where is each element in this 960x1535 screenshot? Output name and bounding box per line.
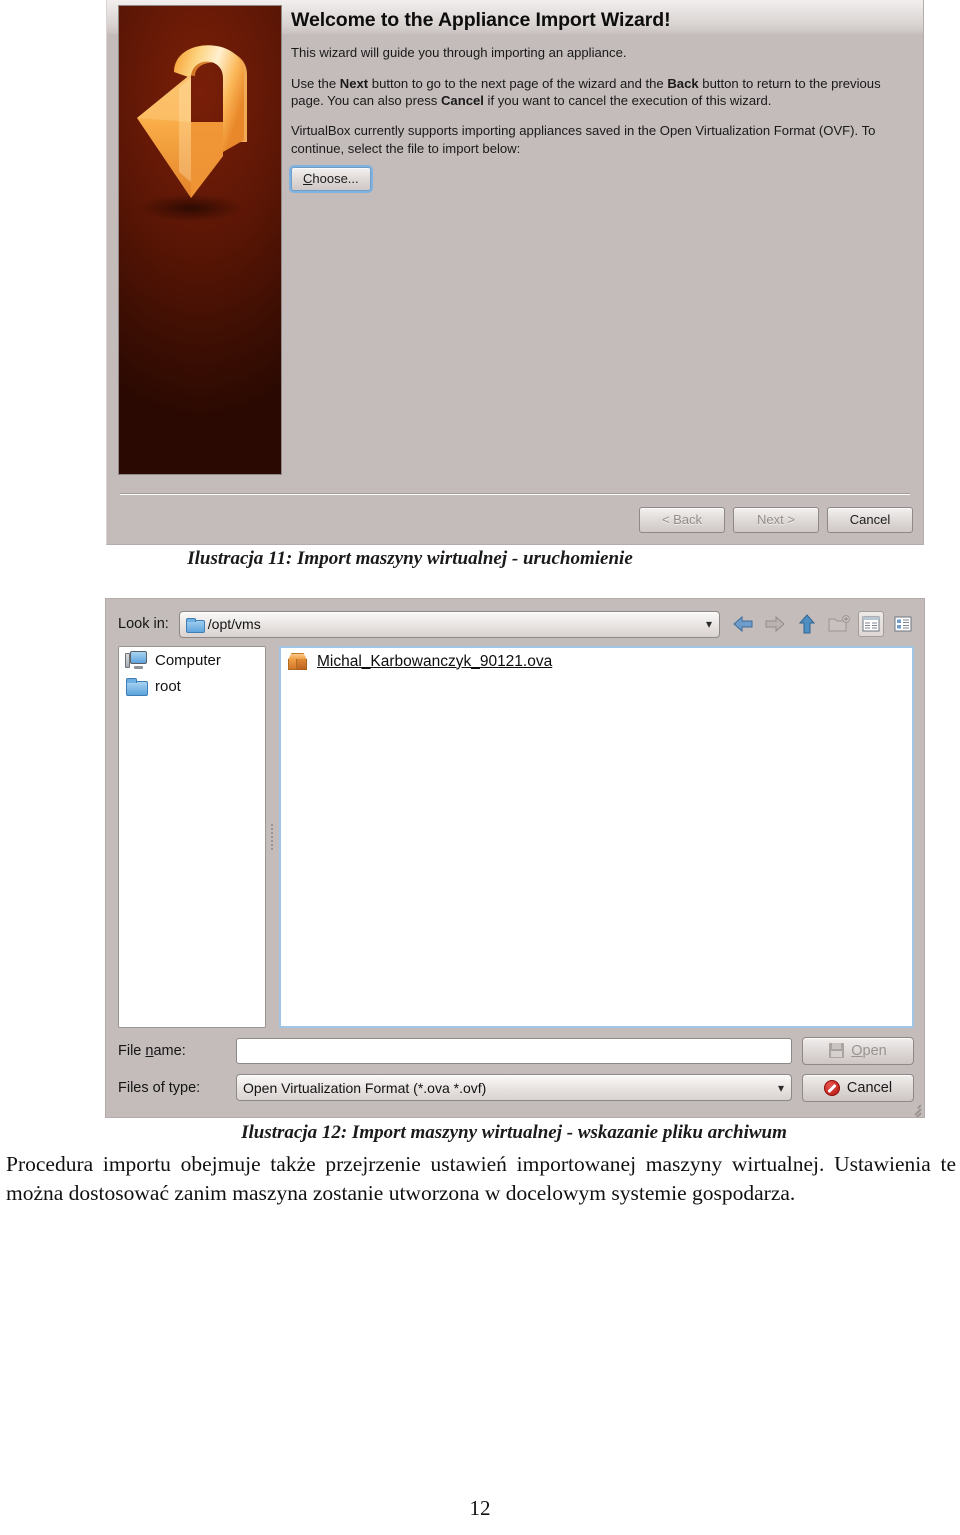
new-folder-icon: [826, 611, 852, 637]
p2-next: Next: [339, 75, 369, 91]
list-view-icon[interactable]: [858, 611, 884, 637]
files-of-type-value: Open Virtualization Format (*.ova *.ovf): [243, 1079, 487, 1096]
list-item[interactable]: Michal_Karbowanczyk_90121.ova: [285, 651, 908, 672]
wizard-footer: < Back Next > Cancel: [639, 505, 913, 535]
file-open-dialog: Look in: /opt/vms ▾ Computer root Michal…: [105, 598, 925, 1118]
look-in-label: Look in:: [118, 616, 169, 632]
sidebar-item-root[interactable]: root: [119, 673, 265, 699]
choose-button-wrap: Choose...: [289, 164, 917, 193]
label-pre: File: [118, 1042, 146, 1059]
wizard-paragraph-1: This wizard will guide you through impor…: [291, 45, 627, 61]
file-list[interactable]: Michal_Karbowanczyk_90121.ova: [279, 646, 914, 1028]
look-in-value: /opt/vms: [207, 616, 261, 632]
open-button[interactable]: Open: [802, 1036, 914, 1065]
computer-icon: [125, 651, 147, 669]
sidebar-item-label: Computer: [155, 651, 221, 669]
look-in-row: Look in: /opt/vms ▾: [118, 609, 916, 639]
detail-view-icon[interactable]: [890, 611, 916, 637]
resize-grip[interactable]: [907, 1101, 922, 1117]
appliance-import-wizard-dialog: Welcome to the Appliance Import Wizard! …: [106, 0, 924, 545]
cancel-button[interactable]: Cancel: [802, 1073, 914, 1102]
open-button-label: Open: [851, 1043, 886, 1059]
look-in-combobox[interactable]: /opt/vms ▾: [178, 610, 720, 638]
cancel-button[interactable]: Cancel: [827, 507, 913, 533]
p2-back: Back: [667, 75, 699, 91]
label-post: ame:: [153, 1042, 186, 1059]
chevron-down-icon: ▾: [777, 1080, 784, 1095]
next-button[interactable]: Next >: [733, 507, 819, 533]
choose-button-mnemonic: C: [303, 170, 313, 186]
p2-c: button to go to the next page of the wiz…: [368, 75, 668, 91]
sidebar-splitter-handle[interactable]: [266, 646, 279, 1028]
file-dialog-toolbar: [730, 611, 916, 637]
wizard-paragraph-3: VirtualBox currently supports importing …: [291, 123, 876, 156]
wizard-side-image: [118, 5, 282, 475]
sidebar-item-computer[interactable]: Computer: [119, 647, 265, 673]
back-button[interactable]: < Back: [639, 507, 725, 533]
figure-caption-12: Ilustracja 12: Import maszyny wirtualnej…: [241, 1122, 787, 1143]
files-of-type-label: Files of type:: [118, 1079, 201, 1096]
file-name-label: Michal_Karbowanczyk_90121.ova: [317, 652, 553, 670]
chevron-down-icon: ▾: [705, 617, 712, 631]
back-arrow-icon[interactable]: [730, 611, 756, 637]
folder-icon: [125, 677, 148, 696]
parent-directory-icon[interactable]: [794, 611, 820, 637]
folder-icon: [185, 617, 205, 633]
file-dialog-footer: File name: Open Files of type: Open Virt…: [118, 1036, 914, 1106]
ova-package-icon: [287, 652, 308, 671]
orange-down-arrow-icon: [119, 22, 281, 232]
files-of-type-row: Files of type: Open Virtualization Forma…: [118, 1073, 914, 1102]
document-page: Welcome to the Appliance Import Wizard! …: [0, 0, 960, 1535]
figure-caption-11: Ilustracja 11: Import maszyny wirtualnej…: [187, 548, 633, 569]
forward-arrow-icon: [762, 611, 788, 637]
cancel-icon: [823, 1079, 840, 1096]
wizard-title: Welcome to the Appliance Import Wizard!: [291, 9, 671, 31]
wizard-body: Welcome to the Appliance Import Wizard! …: [107, 0, 923, 492]
body-paragraph: Procedura importu obejmuje także przejrz…: [6, 1152, 956, 1205]
wizard-paragraph-2: Use the Next button to go to the next pa…: [291, 75, 891, 110]
open-post: pen: [862, 1042, 887, 1059]
wizard-text-area: Welcome to the Appliance Import Wizard! …: [289, 2, 917, 488]
file-browser-area: Computer root Michal_Karbowanczyk_90121.…: [118, 646, 914, 1028]
save-icon: [829, 1043, 845, 1058]
choose-button[interactable]: Choose...: [289, 164, 373, 193]
p2-cancel: Cancel: [440, 92, 484, 108]
open-mnemonic: O: [851, 1042, 863, 1059]
wizard-separator: [120, 494, 910, 495]
files-of-type-combobox[interactable]: Open Virtualization Format (*.ova *.ovf)…: [236, 1074, 792, 1101]
sidebar-item-label: root: [155, 677, 181, 695]
p2-e: if you want to cancel the execution of t…: [483, 92, 772, 108]
file-name-label-static: File name:: [118, 1043, 226, 1059]
file-name-input[interactable]: [236, 1037, 792, 1064]
cancel-button-label: Cancel: [846, 1079, 893, 1096]
file-name-row: File name: Open: [118, 1036, 914, 1065]
places-sidebar[interactable]: Computer root: [118, 646, 266, 1028]
page-number: 12: [469, 1496, 491, 1520]
p2-a: Use the: [291, 75, 340, 91]
